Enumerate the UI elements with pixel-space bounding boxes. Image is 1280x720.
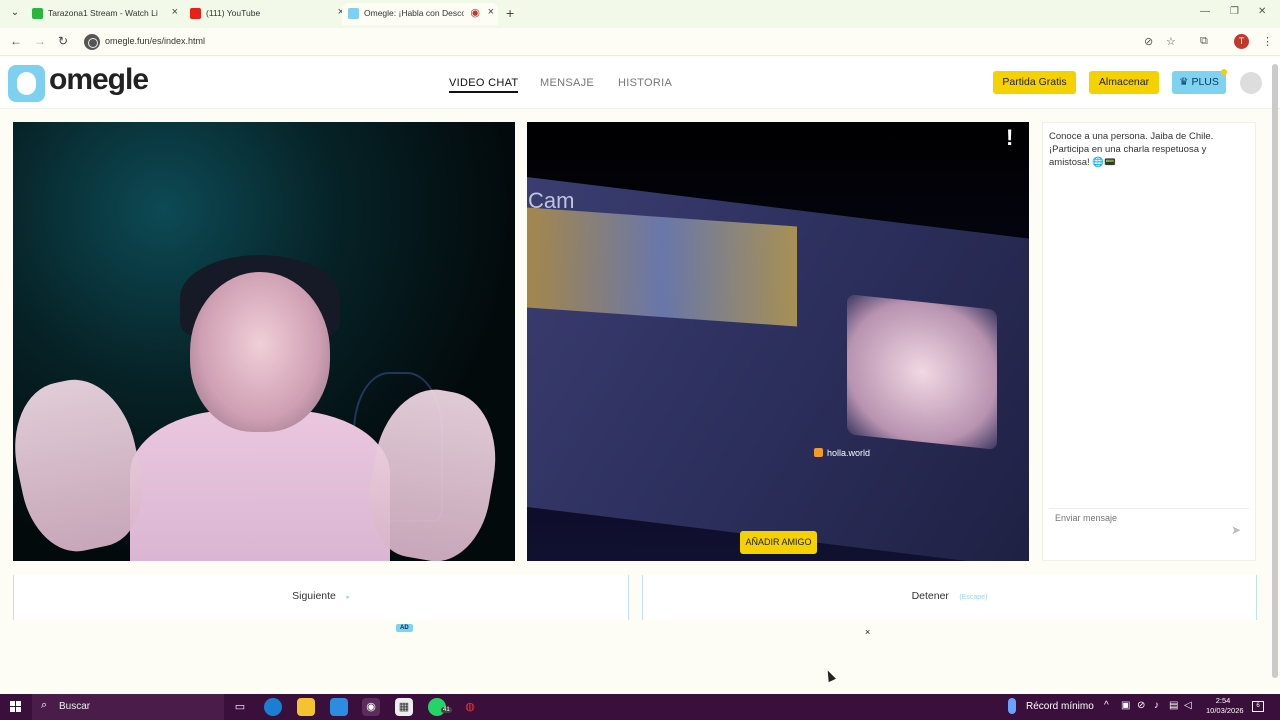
search-icon: ⌕	[41, 699, 48, 711]
tab-title: Omegle: ¡Habla con Desco	[364, 8, 464, 18]
profile-avatar[interactable]: T	[1234, 34, 1249, 49]
taskbar-search[interactable]: ⌕ Buscar	[32, 694, 224, 720]
tab-title: Tarazona1 Stream - Watch Live	[48, 8, 158, 18]
next-label: Siguiente	[292, 590, 336, 602]
report-icon[interactable]: !	[1006, 125, 1013, 151]
tab-omegle[interactable]: Omegle: ¡Habla con Desco ◉ ×	[342, 3, 498, 25]
network-icon[interactable]: ▤	[1169, 700, 1178, 711]
chat-panel: Conoce a una persona. Jaiba de Chile. ¡P…	[1042, 122, 1256, 561]
task-view-icon[interactable]: ▭	[231, 698, 249, 716]
plus-notification-dot	[1221, 69, 1227, 75]
stop-label: Detener	[911, 590, 949, 602]
remote-video	[527, 122, 1029, 561]
next-button[interactable]: Siguiente ▸	[13, 575, 629, 620]
browser-menu-icon[interactable]: ⋮	[1262, 35, 1273, 48]
site-header: omegle VIDEO CHAT MENSAJE HISTORIA Parti…	[0, 57, 1280, 109]
add-friend-button[interactable]: AÑADIR AMIGO	[740, 531, 817, 554]
remote-inner-webcam	[847, 294, 997, 450]
tray-mute-icon[interactable]: ⊘	[1137, 700, 1145, 711]
person-face	[190, 272, 330, 432]
store-button[interactable]: Almacenar	[1089, 71, 1159, 94]
plus-button[interactable]: ♛ PLUS	[1172, 71, 1226, 94]
clock-time: 2:54	[1215, 696, 1231, 705]
volume-icon[interactable]: ◁	[1184, 700, 1192, 711]
thermometer-icon	[1008, 698, 1016, 714]
ad-close-icon[interactable]: ×	[865, 627, 870, 637]
restore-icon[interactable]: ❐	[1230, 6, 1239, 17]
whatsapp-badge: 41	[441, 707, 452, 713]
recording-icon: ◉	[470, 7, 480, 19]
recorder-icon[interactable]: ◍	[461, 698, 479, 716]
store-icon[interactable]: ▦	[395, 698, 413, 716]
nav-video-chat[interactable]: VIDEO CHAT	[449, 77, 519, 93]
close-window-icon[interactable]: ✕	[1258, 6, 1266, 17]
stop-hint: (Escape)	[959, 594, 988, 601]
close-tab-icon[interactable]: ×	[172, 6, 178, 18]
user-avatar[interactable]	[1240, 72, 1262, 94]
reload-icon[interactable]: ↻	[58, 34, 68, 48]
notifications-icon[interactable]: 6	[1252, 701, 1264, 712]
omegle-logo-icon[interactable]	[8, 65, 45, 102]
tray-chevron-icon[interactable]: ^	[1104, 700, 1109, 711]
microphone-icon[interactable]: ♪	[1154, 700, 1159, 711]
chat-input-area: ➤	[1049, 508, 1249, 553]
next-hint: ▸	[346, 594, 350, 601]
nav-message[interactable]: MENSAJE	[540, 77, 594, 89]
kick-favicon-icon	[32, 8, 43, 19]
person-body	[130, 410, 390, 561]
address-bar: ← → ↻ omegle.fun/es/index.html ⊘ ☆ ⧉ T ⋮	[0, 28, 1280, 56]
weather-text[interactable]: Récord mínimo	[1026, 701, 1094, 712]
eye-off-icon[interactable]: ⊘	[1144, 35, 1153, 48]
local-video	[13, 122, 515, 561]
back-icon[interactable]: ←	[10, 34, 22, 48]
browser-tab-strip: ⌄ Tarazona1 Stream - Watch Live × (111) …	[0, 0, 1280, 28]
nav-history[interactable]: HISTORIA	[618, 77, 672, 89]
search-label: Buscar	[59, 701, 91, 712]
site-info-icon[interactable]	[84, 34, 100, 50]
tab-tarazona-stream[interactable]: Tarazona1 Stream - Watch Live ×	[26, 3, 182, 25]
ad-badge: AD	[396, 624, 413, 632]
chat-message-input[interactable]	[1055, 513, 1215, 523]
mouse-cursor-icon	[824, 668, 836, 683]
url-field[interactable]: omegle.fun/es/index.html	[105, 36, 205, 46]
windows-start-icon[interactable]	[10, 701, 22, 713]
chat-intro-message: Conoce a una persona. Jaiba de Chile. ¡P…	[1049, 131, 1214, 168]
tab-title: (111) YouTube	[206, 8, 261, 18]
omegle-favicon-icon	[348, 8, 359, 19]
remote-cam-label: Cam	[528, 188, 575, 213]
free-game-button[interactable]: Partida Gratis	[993, 71, 1076, 94]
mail-icon[interactable]	[330, 698, 348, 716]
stop-button[interactable]: Detener (Escape)	[642, 575, 1257, 620]
extensions-icon[interactable]: ⧉	[1200, 35, 1208, 48]
minimize-icon[interactable]: —	[1200, 6, 1210, 17]
edge-icon[interactable]	[264, 698, 282, 716]
tab-youtube[interactable]: (111) YouTube ×	[184, 3, 344, 25]
chrome-icon[interactable]: ◉	[362, 698, 380, 716]
taskbar-clock[interactable]: 2:54 10/03/2026	[1206, 696, 1244, 716]
forward-icon[interactable]: →	[34, 34, 46, 48]
tray-app-icon[interactable]: ▣	[1121, 700, 1130, 711]
close-tab-icon[interactable]: ×	[488, 6, 494, 18]
file-explorer-icon[interactable]	[297, 698, 315, 716]
remote-thumbnail-strip	[527, 207, 797, 327]
page-scrollbar[interactable]	[1272, 64, 1278, 678]
bookmark-star-icon[interactable]: ☆	[1166, 35, 1176, 48]
logo-text[interactable]: omegle	[49, 63, 149, 97]
send-icon[interactable]: ➤	[1231, 523, 1241, 537]
tab-search-chevron-icon[interactable]: ⌄	[8, 7, 22, 21]
youtube-favicon-icon	[190, 8, 201, 19]
holla-watermark: holla.world	[814, 448, 870, 458]
clock-date: 10/03/2026	[1206, 706, 1244, 715]
new-tab-icon[interactable]: +	[506, 5, 514, 21]
